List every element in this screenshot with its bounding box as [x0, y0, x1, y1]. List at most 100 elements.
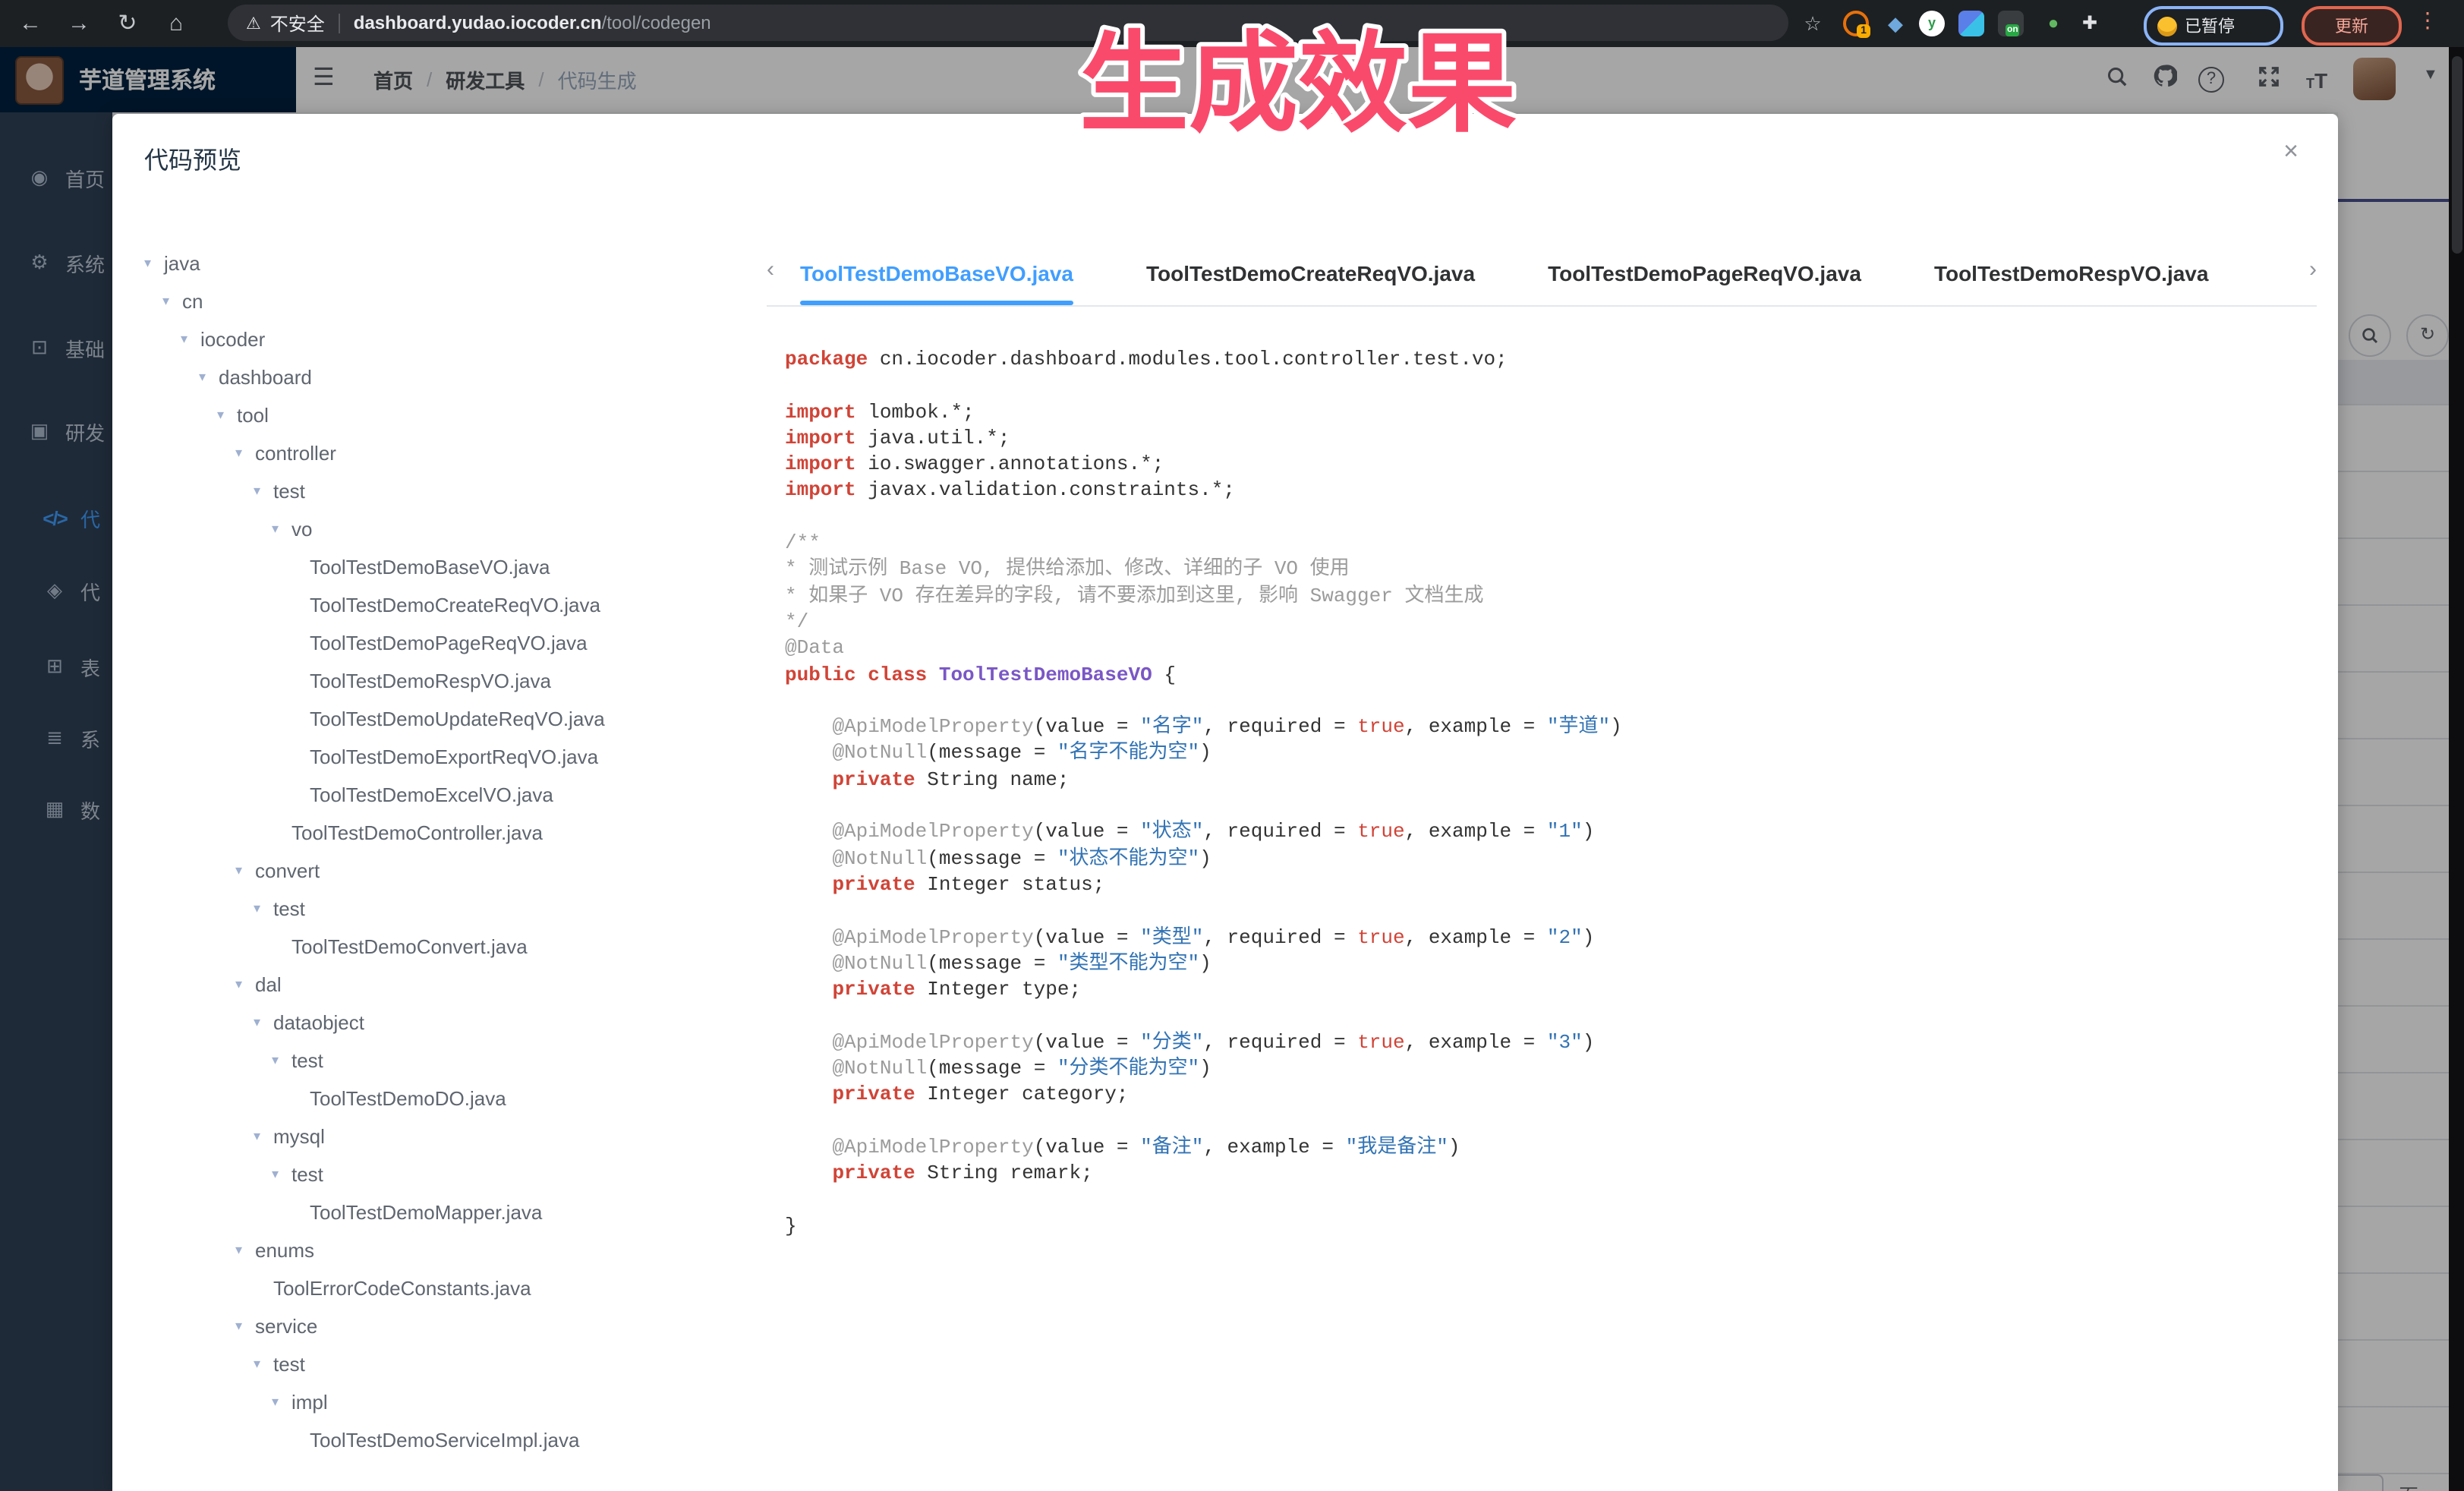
code-line: private String name;: [785, 767, 2330, 793]
caret-down-icon[interactable]: ▾: [235, 976, 255, 993]
tree-node-label: dashboard: [219, 366, 312, 389]
extension-grid-icon[interactable]: [1958, 11, 1984, 36]
tabs-scroll-left-icon[interactable]: ‹: [767, 257, 774, 282]
tree-node[interactable]: ToolTestDemoUpdateReqVO.java: [144, 700, 751, 738]
tree-node-label: mysql: [273, 1125, 325, 1148]
file-tab[interactable]: ToolTestDemoPageReqVO.java: [1548, 244, 1861, 305]
tree-node[interactable]: ▾service: [144, 1307, 751, 1345]
tree-node-label: impl: [291, 1391, 328, 1414]
tree-node[interactable]: ToolTestDemoPageReqVO.java: [144, 624, 751, 662]
tree-node[interactable]: ToolTestDemoConvert.java: [144, 928, 751, 966]
caret-down-icon[interactable]: ▾: [272, 521, 291, 537]
code-viewer[interactable]: package cn.iocoder.dashboard.modules.too…: [767, 307, 2330, 1491]
tree-node[interactable]: ToolErrorCodeConstants.java: [144, 1269, 751, 1307]
tree-node[interactable]: ▾dataobject: [144, 1004, 751, 1042]
tabs-scroll-right-icon[interactable]: ›: [2309, 257, 2317, 282]
tree-node[interactable]: ToolTestDemoDO.java: [144, 1080, 751, 1117]
modal-title: 代码预览: [144, 140, 241, 176]
tree-node[interactable]: ToolTestDemoController.java: [144, 814, 751, 852]
paused-extension-button[interactable]: 已暂停: [2144, 6, 2283, 46]
caret-down-icon[interactable]: ▾: [254, 1014, 273, 1031]
extension-icon[interactable]: 1: [1843, 11, 1869, 36]
tree-node[interactable]: ToolTestDemoExcelVO.java: [144, 776, 751, 814]
tree-node[interactable]: ToolTestDemoExportReqVO.java: [144, 738, 751, 776]
tree-node[interactable]: ToolTestDemoBaseVO.java: [144, 548, 751, 586]
tree-node[interactable]: ▾tool: [144, 396, 751, 434]
code-line: [785, 504, 2330, 531]
tree-node-label: ToolTestDemoMapper.java: [310, 1201, 542, 1224]
tree-node[interactable]: ▾test: [144, 1155, 751, 1193]
code-line: }: [785, 1213, 2330, 1240]
tree-node-label: test: [291, 1049, 323, 1072]
code-line: @ApiModelProperty(value = "备注", example …: [785, 1134, 2330, 1161]
browser-update-button[interactable]: 更新: [2302, 6, 2402, 46]
extension-badge: 1: [1857, 24, 1870, 38]
close-icon[interactable]: ×: [2274, 135, 2308, 169]
extension-leaf-icon[interactable]: ●: [2040, 11, 2066, 36]
caret-down-icon[interactable]: ▾: [181, 331, 200, 348]
tree-node[interactable]: ToolTestDemoCreateReqVO.java: [144, 586, 751, 624]
tree-node[interactable]: ▾impl: [144, 1383, 751, 1421]
address-divider: [339, 13, 340, 33]
tree-node[interactable]: ToolTestDemoServiceImpl.java: [144, 1421, 751, 1459]
extension-puzzle-icon[interactable]: ✚: [2077, 11, 2103, 36]
tree-node-label: ToolTestDemoConvert.java: [291, 935, 528, 958]
file-tab[interactable]: ToolTestDemoRespVO.java: [1934, 244, 2209, 305]
extension-gem-icon[interactable]: ◆: [1883, 11, 1908, 36]
code-line: * 测试示例 Base VO, 提供给添加、修改、详细的子 VO 使用: [785, 556, 2330, 583]
bookmark-star-icon[interactable]: ☆: [1794, 0, 1831, 47]
caret-down-icon[interactable]: ▾: [144, 255, 164, 272]
tree-node-label: tool: [237, 404, 269, 427]
browser-menu-icon[interactable]: ⋮: [2417, 8, 2438, 33]
home-icon[interactable]: ⌂: [158, 0, 194, 47]
code-line: * 如果子 VO 存在差异的字段, 请不要添加到这里, 影响 Swagger 文…: [785, 582, 2330, 609]
caret-down-icon[interactable]: ▾: [235, 862, 255, 879]
caret-down-icon[interactable]: ▾: [254, 1128, 273, 1145]
code-line: @ApiModelProperty(value = "状态", required…: [785, 819, 2330, 846]
tree-node[interactable]: ▾test: [144, 1042, 751, 1080]
caret-down-icon[interactable]: ▾: [254, 483, 273, 500]
caret-down-icon[interactable]: ▾: [162, 293, 182, 310]
code-line: @ApiModelProperty(value = "类型", required…: [785, 924, 2330, 950]
tree-node[interactable]: ToolTestDemoMapper.java: [144, 1193, 751, 1231]
caret-down-icon[interactable]: ▾: [235, 1318, 255, 1335]
caret-down-icon[interactable]: ▾: [272, 1052, 291, 1069]
forward-icon[interactable]: →: [61, 0, 97, 47]
tree-node[interactable]: ▾vo: [144, 510, 751, 548]
reload-icon[interactable]: ↻: [109, 0, 146, 47]
extension-y-icon[interactable]: y: [1919, 11, 1945, 36]
tree-node-label: ToolTestDemoBaseVO.java: [310, 556, 550, 578]
tree-node[interactable]: ▾enums: [144, 1231, 751, 1269]
caret-down-icon[interactable]: ▾: [254, 900, 273, 917]
caret-down-icon[interactable]: ▾: [272, 1166, 291, 1183]
back-icon[interactable]: ←: [12, 0, 49, 47]
tree-node[interactable]: ▾iocoder: [144, 320, 751, 358]
tree-node[interactable]: ▾cn: [144, 282, 751, 320]
emoji-face-icon: [2157, 16, 2177, 36]
caret-down-icon[interactable]: ▾: [235, 1242, 255, 1259]
caret-down-icon[interactable]: ▾: [217, 407, 237, 424]
caret-down-icon[interactable]: ▾: [199, 369, 219, 386]
tree-node[interactable]: ▾test: [144, 890, 751, 928]
code-line: @NotNull(message = "名字不能为空"): [785, 740, 2330, 767]
extension-power-icon[interactable]: on: [1998, 11, 2024, 36]
code-line: import java.util.*;: [785, 425, 2330, 452]
annotation-text: 生成效果: [1079, 23, 1517, 145]
tree-node[interactable]: ▾test: [144, 472, 751, 510]
tree-node[interactable]: ▾dashboard: [144, 358, 751, 396]
tree-node[interactable]: ▾controller: [144, 434, 751, 472]
file-tab[interactable]: ToolTestDemoCreateReqVO.java: [1146, 244, 1475, 305]
tree-node[interactable]: ▾mysql: [144, 1117, 751, 1155]
tree-node[interactable]: ▾test: [144, 1345, 751, 1383]
caret-down-icon[interactable]: ▾: [235, 445, 255, 462]
code-line: public class ToolTestDemoBaseVO {: [785, 661, 2330, 688]
tree-node[interactable]: ▾convert: [144, 852, 751, 890]
caret-down-icon[interactable]: ▾: [254, 1356, 273, 1373]
security-label[interactable]: 不安全: [270, 10, 325, 36]
tree-node[interactable]: ▾java: [144, 244, 751, 282]
tree-node[interactable]: ToolTestDemoRespVO.java: [144, 662, 751, 700]
file-tab[interactable]: ToolTestDemoBaseVO.java: [800, 244, 1073, 305]
url-domain: dashboard.yudao.iocoder.cn: [354, 12, 602, 33]
tree-node[interactable]: ▾dal: [144, 966, 751, 1004]
caret-down-icon[interactable]: ▾: [272, 1394, 291, 1411]
